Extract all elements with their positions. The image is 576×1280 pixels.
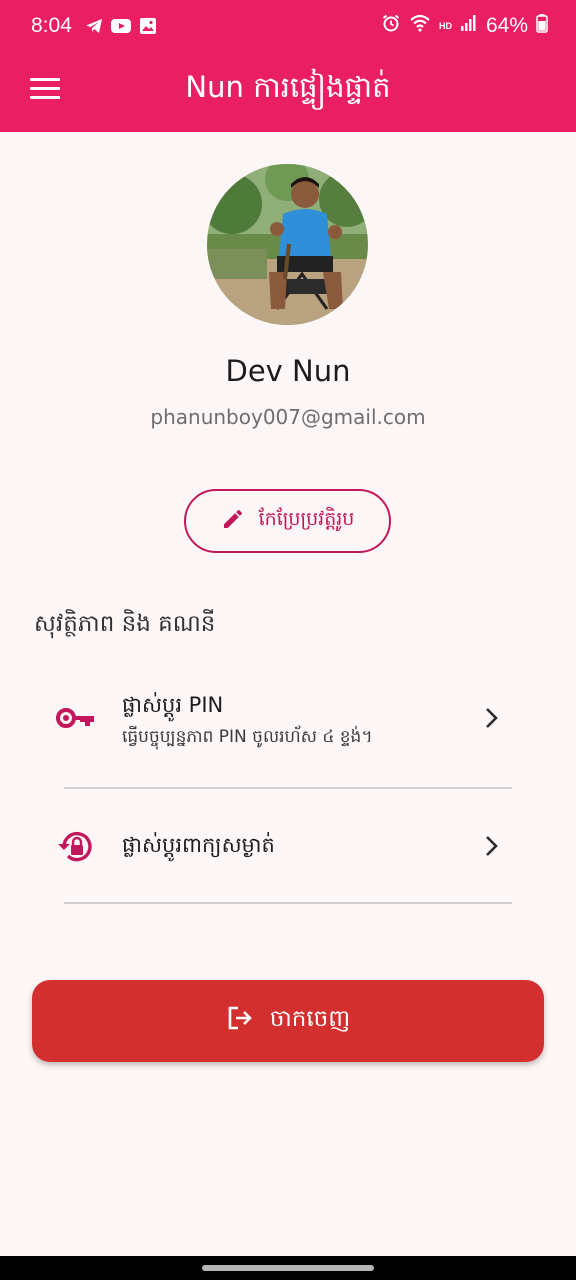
gallery-icon (138, 16, 158, 41)
profile-email: phanunboy007@gmail.com (150, 405, 426, 429)
avatar (207, 164, 368, 325)
telegram-icon (84, 16, 104, 41)
divider (64, 902, 512, 904)
change-password-title: ផ្លាស់ប្តូរពាក្យសម្ងាត់ (122, 833, 275, 857)
key-icon (56, 704, 96, 736)
change-pin-title: ផ្លាស់ប្តូរ PIN (122, 693, 224, 717)
change-pin-subtitle: ធ្វើបច្ចុប្បន្នភាព PIN ចូលរហ័ស ៤ ខ្ទង់។ (122, 727, 373, 747)
alarm-icon (381, 13, 401, 39)
change-pin-item[interactable]: ផ្លាស់ប្តូរ PIN ធ្វើបច្ចុប្បន្នភាព PIN ច… (32, 676, 544, 772)
page-title: Nun ការផ្ទៀងផ្ទាត់ (185, 70, 391, 104)
chevron-right-icon (482, 706, 502, 734)
change-password-item[interactable]: ផ្លាស់ប្តូរពាក្យសម្ងាត់ (32, 812, 544, 882)
logout-label: ចាកចេញ (269, 1005, 351, 1032)
edit-profile-button[interactable]: កែប្រែប្រវត្តិរូប (184, 489, 391, 553)
logout-button[interactable]: ចាកចេញ (32, 980, 544, 1062)
wifi-icon (409, 13, 431, 39)
status-time: 8:04 (31, 14, 72, 37)
home-gesture-handle[interactable] (202, 1265, 374, 1271)
lock-reset-icon (56, 830, 94, 868)
edit-profile-label: កែប្រែប្រវត្តិរូប (258, 508, 355, 530)
profile-name: Dev Nun (225, 354, 351, 388)
navigation-bar (0, 1256, 576, 1280)
battery-icon (536, 13, 548, 39)
youtube-icon (110, 16, 132, 41)
status-bar: 8:04 HD 64% (0, 0, 576, 56)
chevron-right-icon (482, 834, 502, 862)
hd-indicator: HD (438, 21, 452, 31)
pencil-icon (221, 507, 245, 536)
divider (64, 787, 512, 789)
logout-icon (226, 1004, 254, 1038)
battery-percent: 64% (485, 14, 528, 37)
section-title-security: សុវត្ថិភាព និង គណនី (34, 611, 216, 637)
signal-icon (460, 14, 478, 38)
app-bar: Nun ការផ្ទៀងផ្ទាត់ (0, 56, 576, 132)
